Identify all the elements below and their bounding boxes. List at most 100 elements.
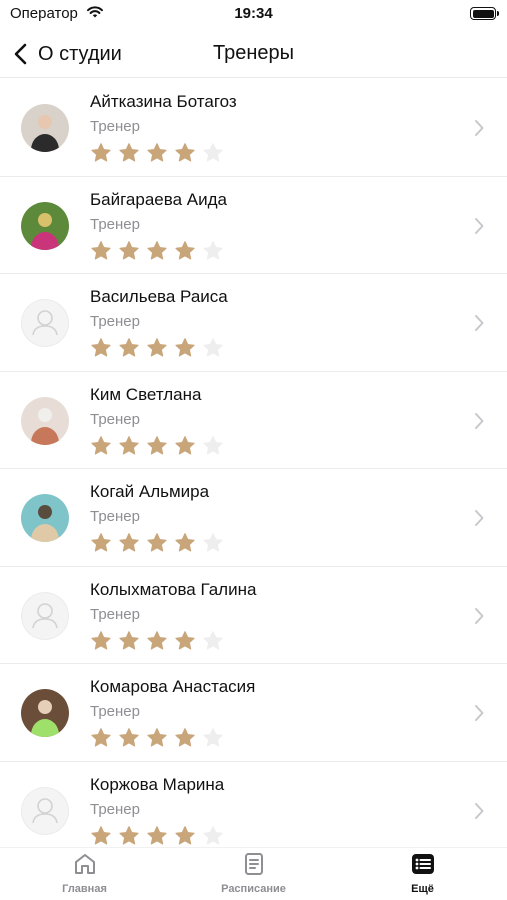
rating-stars [90,337,230,359]
more-list-icon [411,854,434,874]
star-filled-icon [175,728,195,747]
trainer-name: Ким Светлана [90,384,202,404]
star-empty-icon [203,435,223,454]
chevron-right-icon [475,217,484,234]
trainer-role: Тренер [90,118,140,135]
rating-stars [90,532,230,554]
chevron-right-icon [475,510,484,526]
status-bar: Оператор 19:34 [0,0,507,30]
trainer-row[interactable]: Ким Светлана Тренер [0,372,507,469]
trainer-row[interactable]: Колыхматова Галина Тренер [0,567,507,664]
back-button[interactable]: О студии [12,38,122,70]
star-empty-icon [203,533,223,552]
rating-stars [90,142,230,164]
star-filled-icon [119,825,139,844]
trainer-role: Тренер [90,313,140,330]
star-filled-icon [91,825,111,844]
star-filled-icon [175,825,195,844]
avatar-placeholder [21,299,69,347]
star-empty-icon [203,143,223,162]
avatar [21,201,69,250]
star-filled-icon [147,240,167,259]
rating-stars [90,630,230,652]
star-filled-icon [119,338,139,357]
star-filled-icon [119,435,139,454]
trainer-row[interactable]: Байгараева Аида Тренер [0,177,507,274]
trainer-role: Тренер [90,410,140,428]
trainer-name: Айтказина Ботагоз [90,92,237,111]
avatar [21,396,69,445]
person-icon [21,786,69,835]
star-filled-icon [147,338,167,357]
star-filled-icon [175,143,195,162]
chevron-right-icon [475,802,484,819]
tab-bar: Главная Расписание Ещё [0,847,507,900]
rating-stars [90,240,230,262]
star-filled-icon [119,143,139,162]
star-filled-icon [175,240,195,259]
person-icon [21,591,69,640]
avatar-placeholder [21,591,69,640]
navigation-bar: Тренеры О студии [0,30,507,78]
star-filled-icon [91,338,111,357]
trainer-row[interactable]: Коржова Марина Тренер [0,762,507,848]
chevron-right-icon [475,412,484,429]
star-filled-icon [147,630,167,649]
star-empty-icon [203,825,223,844]
avatar [21,689,69,737]
star-filled-icon [91,630,111,649]
tab-home-label: Главная [62,883,107,895]
trainer-row[interactable]: Когай Альмира Тренер [0,469,507,567]
tab-home[interactable]: Главная [0,848,169,900]
star-filled-icon [175,435,195,454]
chevron-right-icon [475,120,484,136]
trainer-name: Байгараева Аида [90,189,227,209]
trainer-photo [21,104,69,152]
trainer-photo [21,396,69,445]
tab-schedule-label: Расписание [221,883,286,895]
avatar [21,104,69,152]
star-empty-icon [203,240,223,259]
star-filled-icon [91,435,111,454]
star-filled-icon [147,533,167,552]
trainer-list: Айтказина Ботагоз Тренер Байгараева Аида Тр… [0,79,507,847]
trainer-name: Комарова Анастасия [90,677,256,696]
star-filled-icon [147,825,167,844]
trainer-name: Колыхматова Галина [90,579,257,599]
chevron-right-icon [475,607,484,624]
star-filled-icon [91,143,111,162]
trainer-photo [21,494,69,542]
star-filled-icon [175,630,195,649]
trainer-row[interactable]: Васильева Раиса Тренер [0,274,507,372]
star-filled-icon [175,533,195,552]
trainer-name: Когай Альмира [90,482,210,501]
star-filled-icon [91,728,111,747]
star-empty-icon [203,630,223,649]
trainer-photo [21,201,69,250]
avatar [21,494,69,542]
trainer-row[interactable]: Айтказина Ботагоз Тренер [0,79,507,177]
star-filled-icon [119,728,139,747]
star-filled-icon [147,435,167,454]
trainer-role: Тренер [90,605,140,623]
rating-stars [90,727,230,749]
star-empty-icon [203,338,223,357]
tab-more[interactable]: Ещё [338,848,507,900]
battery-icon [470,7,499,20]
tab-schedule[interactable]: Расписание [169,848,338,900]
trainer-role: Тренер [90,703,140,720]
trainer-row[interactable]: Комарова Анастасия Тренер [0,664,507,762]
trainer-role: Тренер [90,508,140,525]
star-filled-icon [119,240,139,259]
star-filled-icon [91,240,111,259]
person-icon [21,299,69,347]
star-filled-icon [91,533,111,552]
tab-more-label: Ещё [411,883,434,895]
star-filled-icon [119,533,139,552]
schedule-icon [244,853,263,875]
status-time: 19:34 [234,5,273,22]
trainer-role: Тренер [90,800,140,818]
chevron-left-icon [14,43,27,65]
star-empty-icon [203,728,223,747]
avatar-placeholder [21,786,69,835]
